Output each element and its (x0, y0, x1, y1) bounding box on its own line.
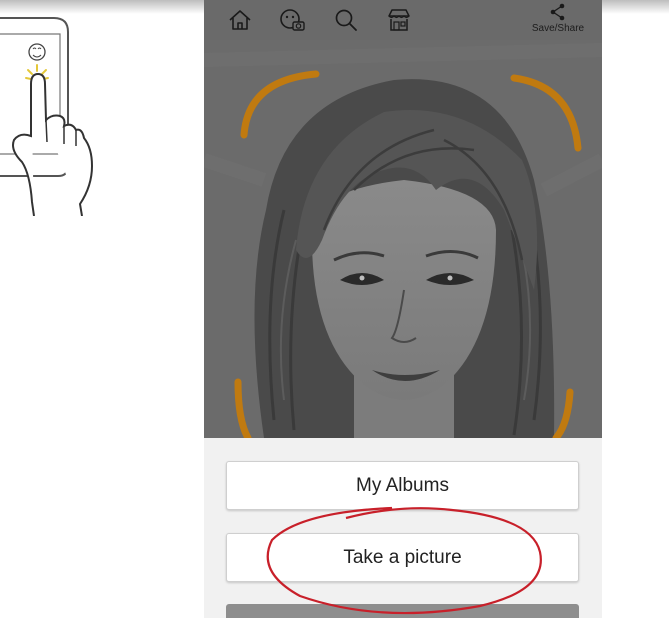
store-icon[interactable] (385, 6, 413, 34)
save-share-label: Save/Share (531, 23, 585, 34)
share-icon (550, 3, 565, 21)
bottom-button[interactable] (226, 604, 579, 618)
tutorial-hand-illustration (0, 16, 110, 217)
home-icon[interactable] (226, 6, 254, 34)
save-share-button[interactable]: Save/Share (524, 2, 592, 38)
my-albums-button[interactable]: My Albums (226, 461, 579, 510)
tap-hand-icon (0, 17, 94, 217)
face-camera-icon[interactable] (278, 6, 306, 34)
app-screen: Save/Share My Albums Take a picture (204, 0, 602, 618)
search-icon[interactable] (332, 6, 360, 34)
take-picture-button[interactable]: Take a picture (226, 533, 579, 582)
portrait-preview (204, 40, 602, 438)
toolbar: Save/Share (204, 0, 602, 40)
